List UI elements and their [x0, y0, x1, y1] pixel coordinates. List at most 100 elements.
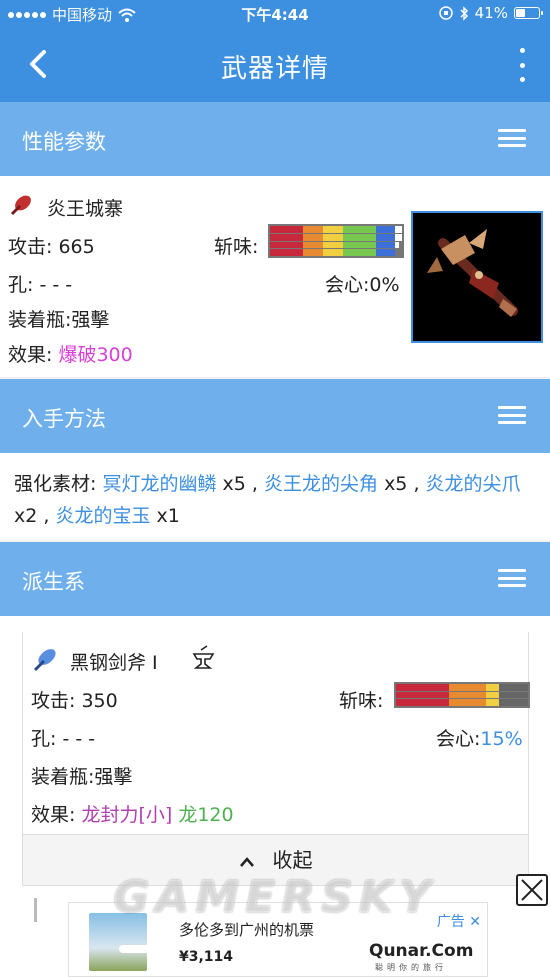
- sharpness-bar: [396, 691, 528, 699]
- sharpness-segment: [485, 699, 499, 707]
- attack-row: 攻击: 665: [8, 232, 95, 259]
- affinity-label: 会心:: [436, 728, 481, 750]
- section-header-derivation[interactable]: 派生系: [0, 542, 550, 616]
- derived-phial-row: 装着瓶:强擊: [31, 762, 132, 789]
- affinity-value: 15%: [480, 728, 523, 750]
- slots-label: 孔:: [31, 728, 57, 750]
- ad-close-button[interactable]: [516, 874, 548, 906]
- sharpness-segment: [375, 233, 396, 241]
- weapon-image: [411, 211, 543, 343]
- sharpness-segment: [342, 241, 376, 249]
- acquire-prefix: 强化素材:: [14, 473, 97, 495]
- sharpness-segment: [322, 233, 343, 241]
- sharpness-segment: [395, 226, 402, 233]
- material-link[interactable]: 炎龙的尖爪: [426, 473, 521, 495]
- separator: ,: [43, 505, 50, 527]
- sharpness-bar: [270, 241, 402, 249]
- ad-headline: 多伦多到广州的机票: [179, 921, 315, 939]
- affinity-value: 0%: [369, 274, 400, 296]
- sharpness-segment: [396, 684, 449, 691]
- sharpness-segment: [498, 691, 528, 699]
- separator: ,: [413, 473, 420, 495]
- sharpness-segment: [270, 233, 303, 241]
- battery-percent: 41%: [474, 4, 508, 22]
- sharpness-segment: [375, 226, 396, 233]
- effect-value-element: 龙120: [178, 804, 234, 826]
- attack-value: 350: [81, 690, 118, 712]
- sharpness-bar: [270, 249, 402, 256]
- sharpness-segment: [303, 226, 323, 233]
- close-icon[interactable]: ✕: [469, 914, 481, 930]
- effect-label: 效果:: [31, 804, 76, 826]
- ad-tag[interactable]: 广告 ✕: [437, 911, 481, 931]
- sharpness-segment: [448, 684, 486, 691]
- hamburger-menu-icon[interactable]: [498, 569, 526, 587]
- sharpness-segment: [485, 684, 499, 691]
- effect-row: 效果: 爆破300: [8, 340, 133, 367]
- ad-tag-label: 广告: [436, 914, 465, 930]
- attack-label: 攻击:: [8, 236, 53, 258]
- sharpness-gauge: [394, 682, 530, 708]
- material-qty: x1: [156, 505, 180, 527]
- sharpness-segment: [396, 699, 449, 707]
- ad-thumbnail: [89, 913, 159, 971]
- attack-value: 665: [58, 236, 95, 258]
- chevron-up-icon: [239, 856, 254, 867]
- sharpness-segment: [375, 241, 396, 249]
- hamburger-menu-icon[interactable]: [498, 406, 526, 424]
- material-link[interactable]: 炎龙的宝玉: [55, 505, 150, 527]
- phial-row: 装着瓶:强擊: [8, 305, 109, 332]
- ad-price: ¥3,114: [179, 949, 234, 965]
- sharpness-segment: [485, 691, 499, 699]
- hamburger-menu-icon[interactable]: [498, 129, 526, 147]
- section-header-acquire[interactable]: 入手方法: [0, 379, 550, 453]
- attack-label: 攻击:: [31, 690, 76, 712]
- phial-label: 装着瓶:: [31, 766, 95, 788]
- material-link[interactable]: 炎王龙的尖角: [264, 473, 378, 495]
- affinity-row: 会心:0%: [325, 270, 400, 297]
- phial-label: 装着瓶:: [8, 309, 72, 331]
- phial-value: 强擊: [94, 766, 133, 788]
- sharpness-segment: [498, 684, 528, 691]
- sharpness-segment: [396, 691, 449, 699]
- derived-weapon-name: 黑钢剑斧 I: [70, 652, 158, 674]
- acquire-text: 强化素材: 冥灯龙的幽鳞 x5 , 炎王龙的尖角 x5 , 炎龙的尖爪 x2 ,…: [14, 468, 539, 532]
- slots-value: - - -: [62, 728, 96, 750]
- sharpness-segment: [342, 226, 376, 233]
- material-link[interactable]: 冥灯龙的幽鳞: [102, 473, 216, 495]
- next-card-edge: [34, 898, 37, 922]
- sharpness-segment: [375, 249, 396, 256]
- sharpness-segment: [270, 226, 303, 233]
- derived-slots-row: 孔: - - -: [31, 724, 95, 751]
- affinity-label: 会心:: [325, 274, 370, 296]
- section-header-performance[interactable]: 性能参数: [0, 102, 550, 176]
- collapse-button[interactable]: 收起: [22, 834, 529, 886]
- rotation-lock-icon: [438, 6, 453, 20]
- charge-blade-icon: [10, 195, 31, 216]
- effect-value: 爆破300: [58, 344, 133, 366]
- sharpness-segment: [270, 249, 303, 256]
- section-title-derivation: 派生系: [22, 570, 85, 594]
- sharpness-bar: [396, 684, 528, 691]
- sharpness-gauge: [268, 224, 404, 258]
- sharpness-segment: [342, 249, 376, 256]
- sharpness-segment: [303, 249, 323, 256]
- sharpness-segment: [322, 241, 343, 249]
- material-qty: x5: [384, 473, 408, 495]
- slots-row: 孔: - - -: [8, 270, 72, 297]
- charge-blade-icon: [33, 649, 56, 672]
- section-title-acquire: 入手方法: [22, 407, 106, 431]
- ad-banner[interactable]: 多伦多到广州的机票 ¥3,114 Qunar.Com 聪明你的旅行 广告 ✕: [68, 902, 488, 977]
- material-qty: x5: [222, 473, 246, 495]
- sharpness-segment: [498, 699, 528, 707]
- sharpness-bar: [270, 233, 402, 241]
- sharpness-bar: [270, 226, 402, 233]
- sharpness-segment: [322, 249, 343, 256]
- derived-affinity-row: 会心:15%: [436, 724, 523, 751]
- collapse-label: 收起: [272, 848, 313, 872]
- more-button[interactable]: [514, 48, 530, 82]
- bluetooth-icon: [460, 5, 468, 21]
- slots-label: 孔:: [8, 274, 34, 296]
- sharpness-segment: [395, 233, 402, 241]
- sharpness-segment: [270, 241, 303, 249]
